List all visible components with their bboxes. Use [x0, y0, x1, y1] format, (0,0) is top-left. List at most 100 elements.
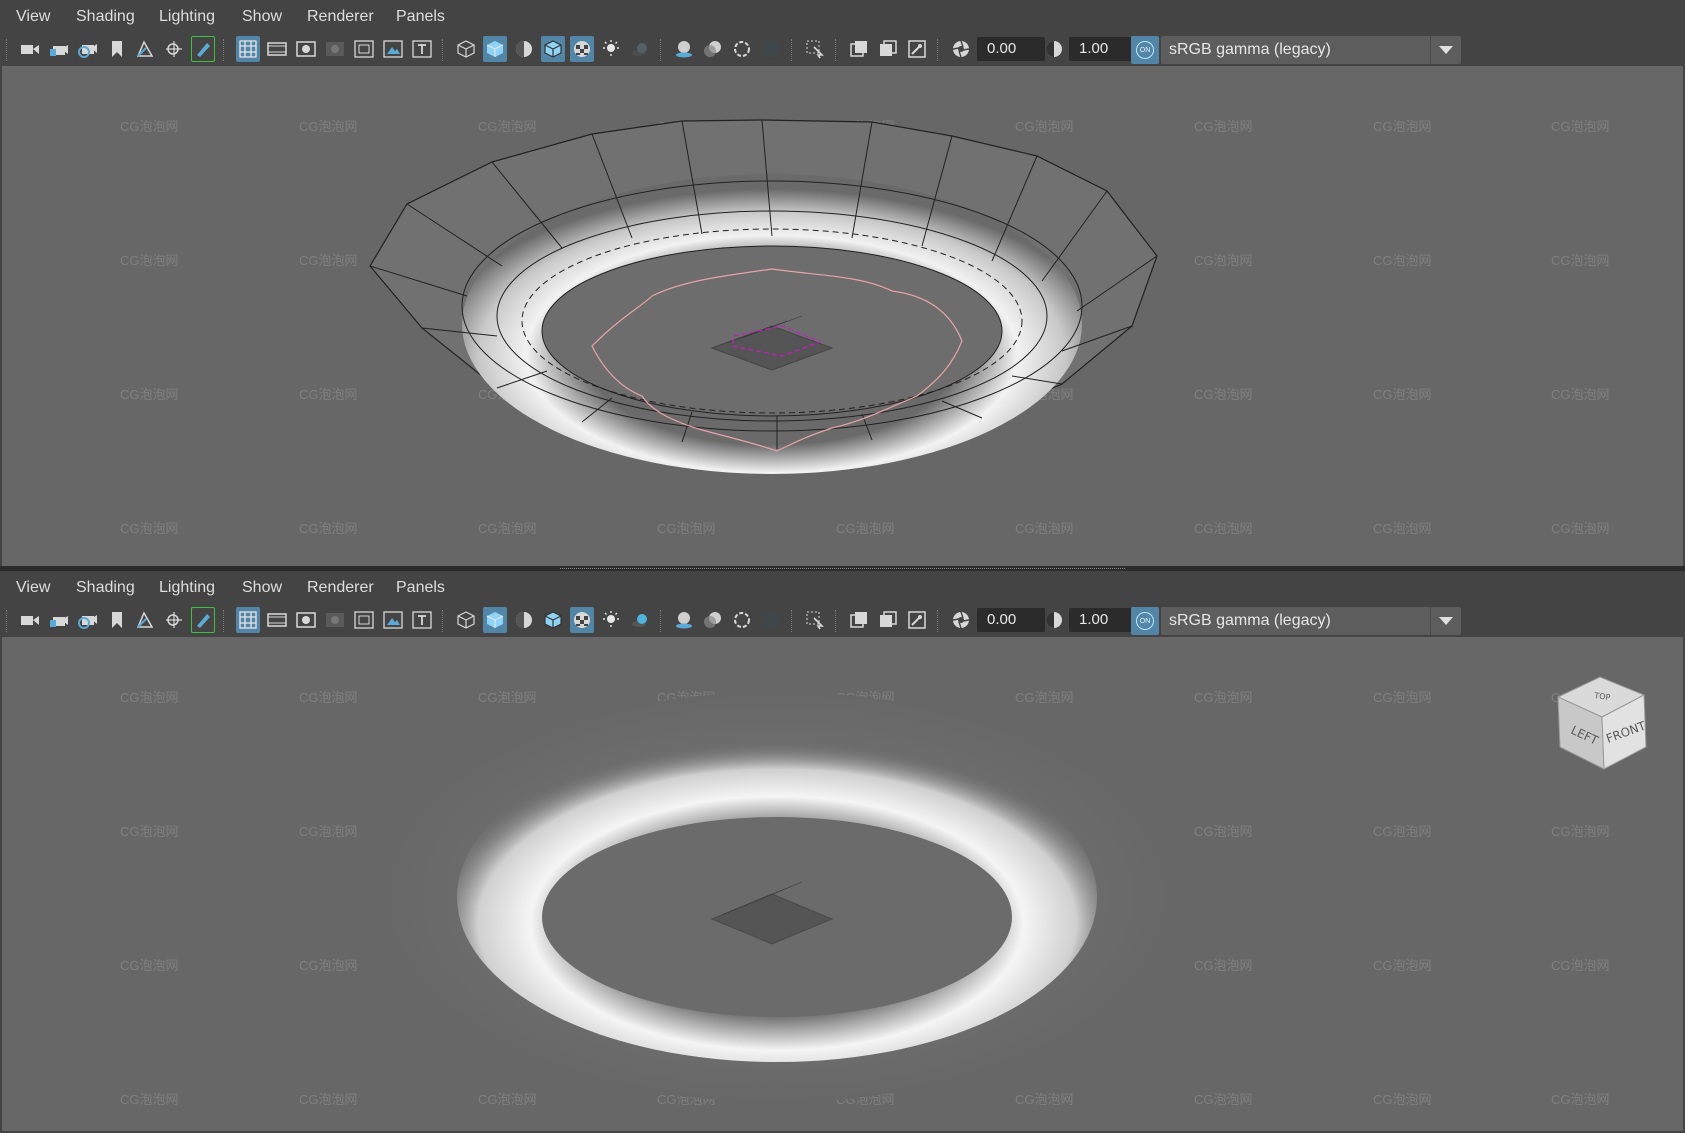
smooth-shade-icon[interactable] [483, 36, 507, 62]
xray-active-components-icon[interactable] [876, 36, 900, 62]
motion-blur-icon[interactable] [701, 607, 725, 633]
xray-icon[interactable] [847, 36, 871, 62]
view-transform-value: sRGB gamma (legacy) [1169, 612, 1331, 629]
menu-renderer[interactable]: Renderer [307, 579, 374, 597]
toolbar-separator [835, 610, 838, 632]
exposure-field[interactable]: 0.00 [977, 37, 1045, 61]
menu-renderer[interactable]: Renderer [307, 8, 374, 26]
exposure-field[interactable]: 0.00 [977, 608, 1045, 632]
chevron-down-icon[interactable] [1430, 36, 1461, 64]
film-gate-icon[interactable] [265, 36, 289, 62]
screen-space-ao-icon[interactable] [672, 36, 696, 62]
use-default-material-icon[interactable] [512, 36, 536, 62]
xray-active-components-icon[interactable] [876, 607, 900, 633]
grease-pencil-icon[interactable] [191, 36, 215, 62]
shadows-icon[interactable] [628, 36, 652, 62]
toolbar-separator [6, 610, 9, 632]
chevron-down-icon[interactable] [1430, 607, 1461, 635]
color-management-toggle[interactable]: ON [1131, 36, 1159, 64]
toolbar-separator [791, 610, 794, 632]
screen-space-ao-icon[interactable] [672, 607, 696, 633]
multisample-aa-icon[interactable] [730, 607, 754, 633]
isolate-select-icon[interactable] [803, 607, 827, 633]
viewport-panel-top: View Shading Lighting Show Renderer Pane… [0, 0, 1685, 566]
safe-title-icon[interactable] [410, 36, 434, 62]
motion-blur-icon[interactable] [701, 36, 725, 62]
textured-icon[interactable] [570, 36, 594, 62]
toolbar-separator [660, 610, 663, 632]
grid-icon[interactable] [236, 607, 260, 633]
safe-action-icon[interactable] [381, 36, 405, 62]
use-default-material-icon[interactable] [512, 607, 536, 633]
menu-view[interactable]: View [16, 8, 50, 26]
gamma-field[interactable]: 1.00 [1069, 608, 1137, 632]
image-plane-icon[interactable] [133, 36, 157, 62]
wireframe-icon[interactable] [454, 607, 478, 633]
viewport-bottom[interactable]: CG泡泡网 CG泡泡网 CG泡泡网 CG泡泡网 CG泡泡网 CG泡泡网 CG泡泡网 CG泡泡网… [2, 637, 1683, 1131]
splitter-grip[interactable] [560, 568, 1125, 570]
2d-pan-zoom-icon[interactable] [162, 607, 186, 633]
menu-view[interactable]: View [16, 579, 50, 597]
menu-lighting[interactable]: Lighting [159, 8, 215, 26]
xray-joints-icon[interactable] [905, 607, 929, 633]
viewport-top[interactable]: CG泡泡网 CG泡泡网 CG泡泡网 CG泡泡网 CG泡泡网 CG泡泡网 CG泡泡网 CG泡泡网… [2, 66, 1683, 566]
select-camera-icon[interactable] [18, 607, 42, 633]
wireframe-icon[interactable] [454, 36, 478, 62]
xray-icon[interactable] [847, 607, 871, 633]
menu-show[interactable]: Show [242, 8, 282, 26]
camera-attributes-icon[interactable] [76, 607, 100, 633]
depth-of-field-icon[interactable] [759, 607, 783, 633]
lock-camera-icon[interactable] [47, 607, 71, 633]
shadows-icon[interactable] [628, 607, 652, 633]
grid-icon[interactable] [236, 36, 260, 62]
menu-shading[interactable]: Shading [76, 8, 135, 26]
textured-icon[interactable] [570, 607, 594, 633]
depth-of-field-icon[interactable] [759, 36, 783, 62]
exposure-icon[interactable] [949, 36, 973, 62]
menu-lighting[interactable]: Lighting [159, 579, 215, 597]
grease-pencil-icon[interactable] [191, 607, 215, 633]
menu-panels[interactable]: Panels [396, 579, 445, 597]
wireframe-on-shaded-icon[interactable] [541, 36, 565, 62]
lock-camera-icon[interactable] [47, 36, 71, 62]
gamma-icon[interactable] [1042, 607, 1066, 633]
toolbar-separator [937, 39, 940, 61]
multisample-aa-icon[interactable] [730, 36, 754, 62]
color-management-toggle[interactable]: ON [1131, 607, 1159, 635]
safe-title-icon[interactable] [410, 607, 434, 633]
menu-show[interactable]: Show [242, 579, 282, 597]
select-camera-icon[interactable] [18, 36, 42, 62]
toolbar-separator [223, 39, 226, 61]
menu-shading[interactable]: Shading [76, 579, 135, 597]
resolution-gate-icon[interactable] [294, 36, 318, 62]
use-all-lights-icon[interactable] [599, 36, 623, 62]
use-all-lights-icon[interactable] [599, 607, 623, 633]
bookmark-icon[interactable] [105, 36, 129, 62]
bookmark-icon[interactable] [105, 607, 129, 633]
view-transform-dropdown[interactable]: sRGB gamma (legacy) [1161, 36, 1461, 64]
color-management-label: ON [1136, 612, 1154, 630]
gamma-icon[interactable] [1042, 36, 1066, 62]
bowl-shaded-render[interactable] [2, 637, 1683, 1131]
xray-joints-icon[interactable] [905, 36, 929, 62]
menu-panels[interactable]: Panels [396, 8, 445, 26]
bowl-wireframe-mesh[interactable] [2, 66, 1683, 566]
safe-action-icon[interactable] [381, 607, 405, 633]
view-cube[interactable]: TOP LEFT FRONT [1548, 671, 1658, 781]
field-chart-icon[interactable] [352, 36, 376, 62]
gate-mask-icon[interactable] [323, 607, 347, 633]
toolbar-separator [442, 610, 445, 632]
gate-mask-icon[interactable] [323, 36, 347, 62]
exposure-icon[interactable] [949, 607, 973, 633]
smooth-shade-icon[interactable] [483, 607, 507, 633]
resolution-gate-icon[interactable] [294, 607, 318, 633]
camera-attributes-icon[interactable] [76, 36, 100, 62]
2d-pan-zoom-icon[interactable] [162, 36, 186, 62]
field-chart-icon[interactable] [352, 607, 376, 633]
film-gate-icon[interactable] [265, 607, 289, 633]
image-plane-icon[interactable] [133, 607, 157, 633]
gamma-field[interactable]: 1.00 [1069, 37, 1137, 61]
view-transform-dropdown[interactable]: sRGB gamma (legacy) [1161, 607, 1461, 635]
wireframe-on-shaded-icon[interactable] [541, 607, 565, 633]
isolate-select-icon[interactable] [803, 36, 827, 62]
